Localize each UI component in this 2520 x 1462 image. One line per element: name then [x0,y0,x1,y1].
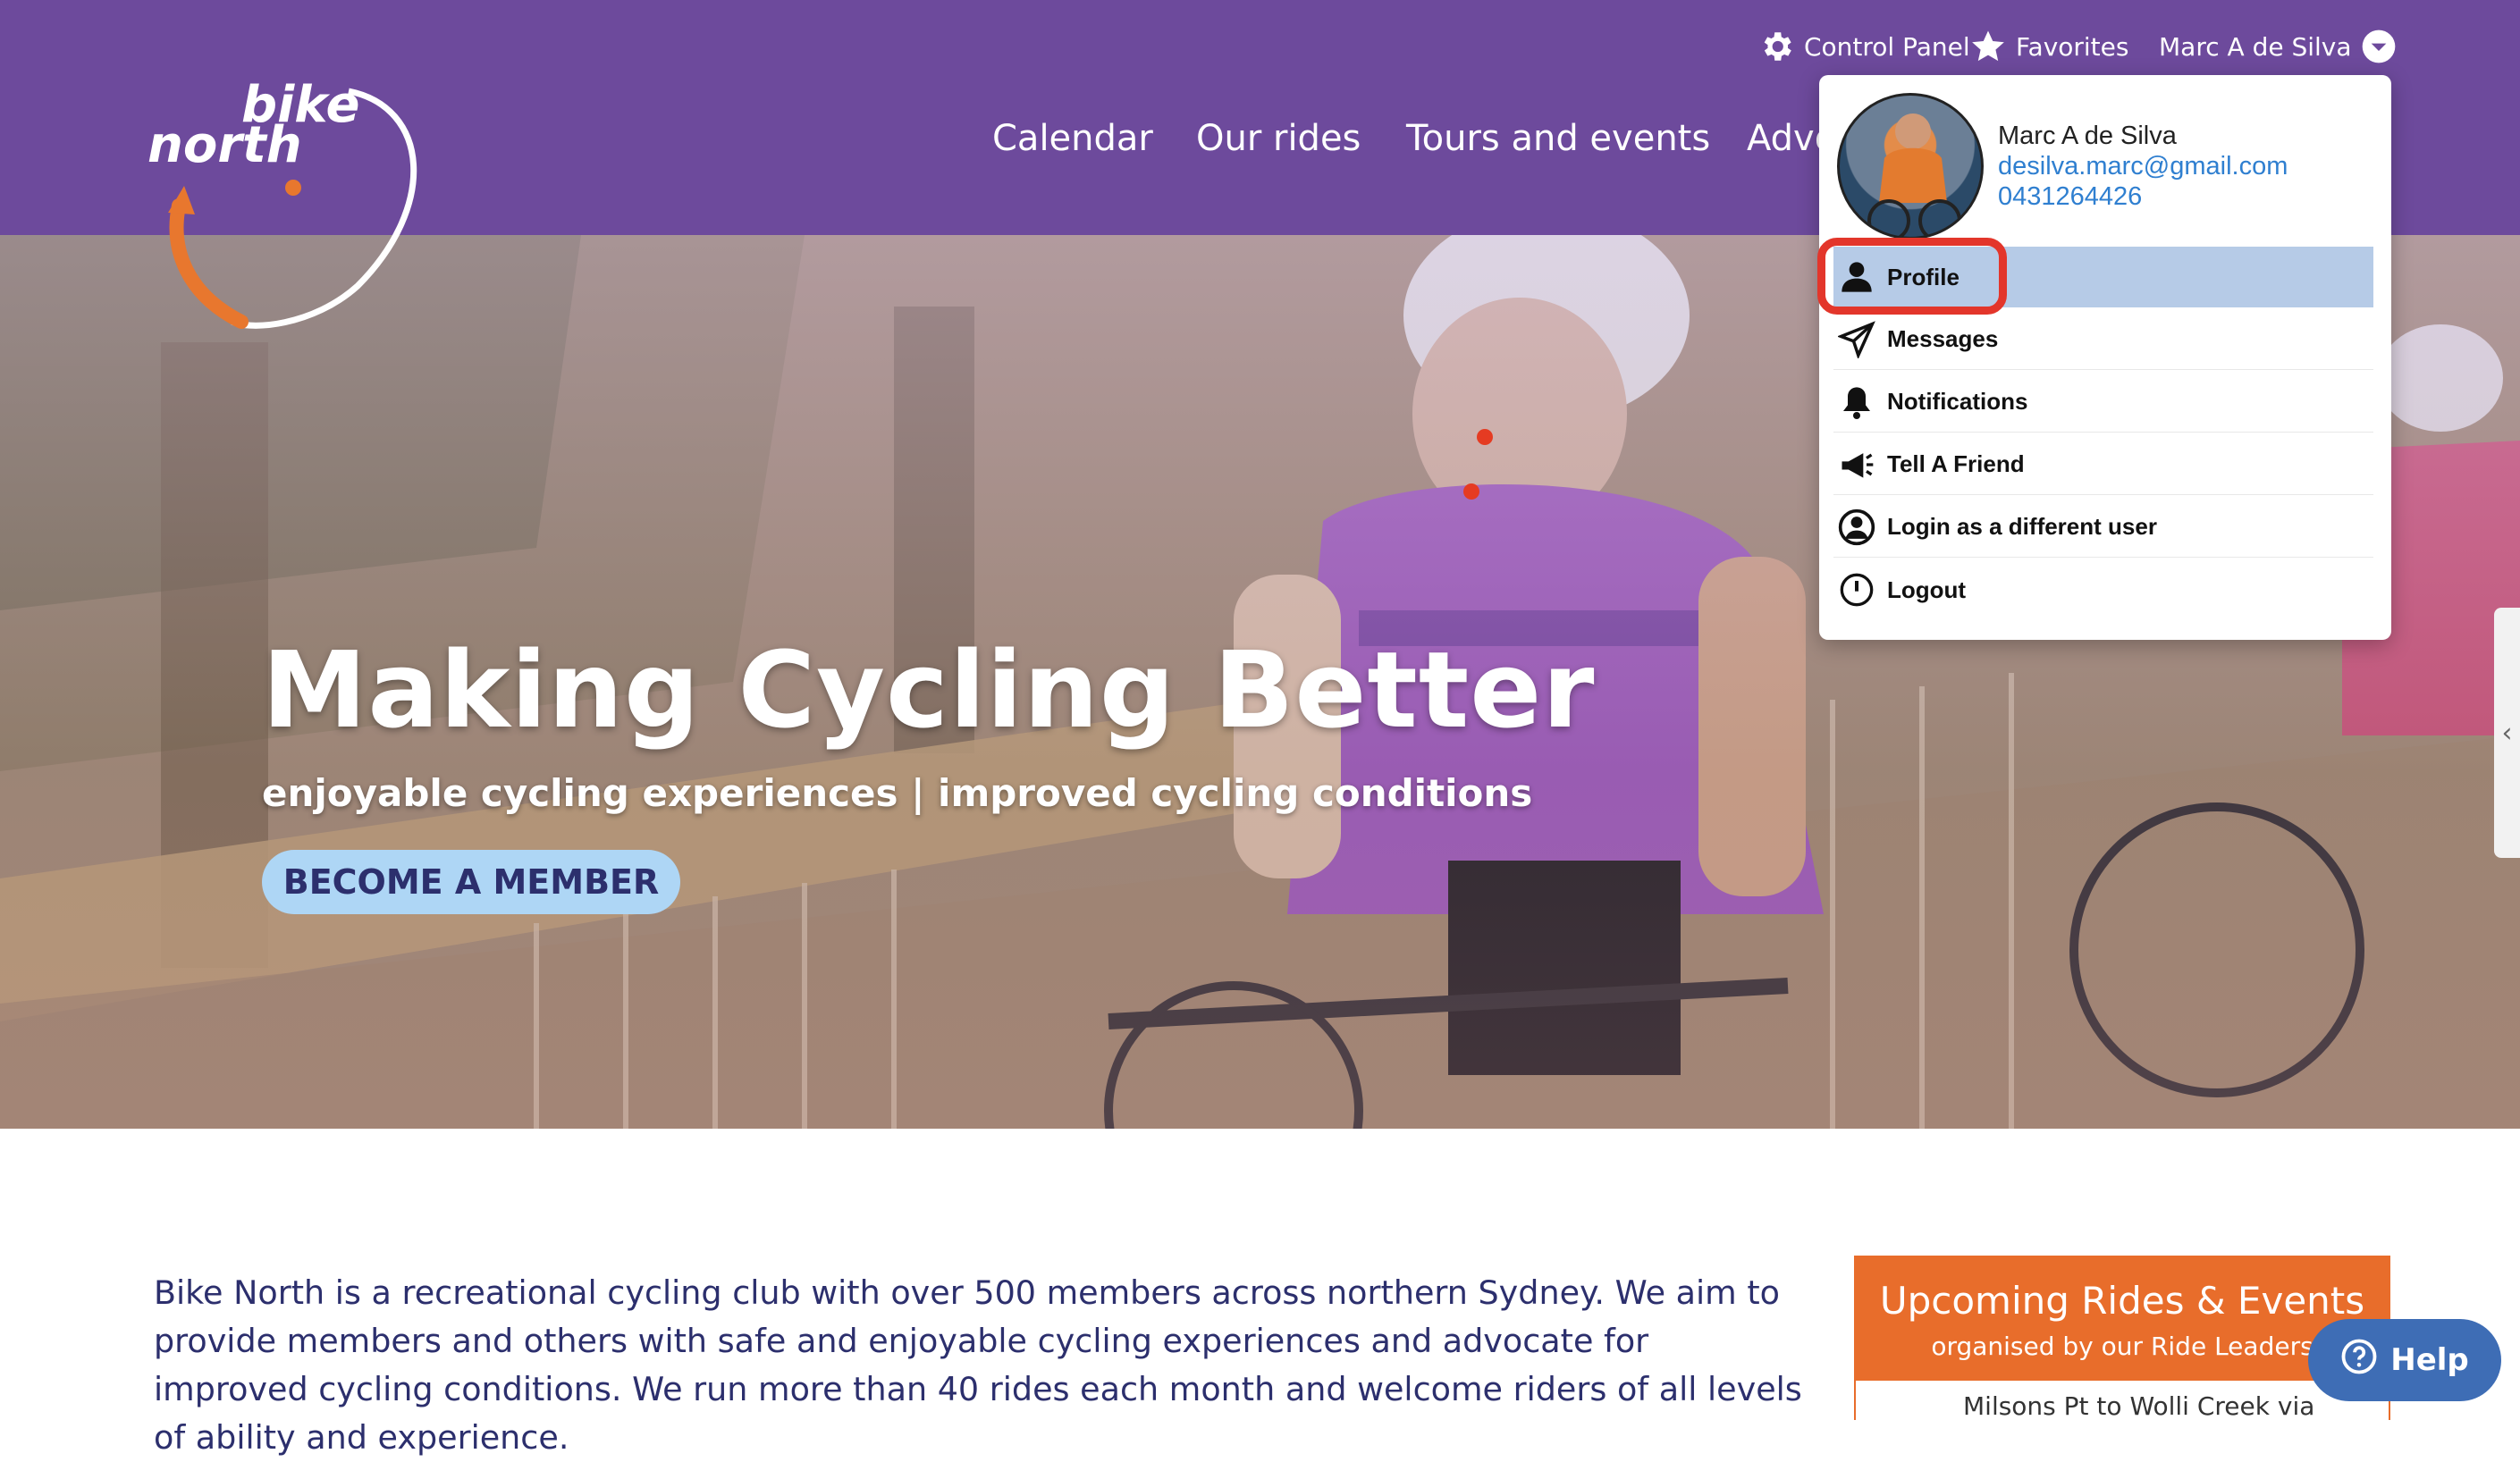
menu-item-notifications[interactable]: Notifications [1833,372,2373,433]
upcoming-events-panel: Upcoming Rides & Events organised by our… [1854,1256,2390,1420]
user-menu-toggle[interactable]: Marc A de Silva [2159,25,2397,68]
favorites-label: Favorites [2016,31,2129,62]
chevron-down-icon [2361,29,2397,64]
menu-item-messages[interactable]: Messages [1833,309,2373,370]
gear-icon [1757,28,1795,65]
menu-item-tell-a-friend[interactable]: Tell A Friend [1833,434,2373,495]
menu-item-label: Login as a different user [1887,513,2157,540]
red-marker-dot [1477,429,1493,445]
logo-text-north: north [147,116,302,174]
question-circle-icon [2340,1338,2378,1383]
menu-item-label: Tell A Friend [1887,450,2025,477]
event-item-label: Milsons Pt to Wolli Creek via [1963,1391,2315,1420]
power-icon [1833,572,1880,608]
menu-item-label: Messages [1887,325,1999,352]
control-panel-label: Control Panel [1804,31,1970,62]
avatar[interactable] [1837,93,1984,239]
nav-calendar[interactable]: Calendar [992,118,1153,159]
paper-plane-icon [1833,320,1880,358]
side-drawer-toggle[interactable]: ‹ [2494,608,2520,858]
user-dropdown-menu: Marc A de Silva desilva.marc@gmail.com 0… [1819,75,2391,640]
red-marker-dot [1463,483,1479,500]
menu-user-email[interactable]: desilva.marc@gmail.com [1998,152,2288,181]
bike-north-logo[interactable]: bike north [134,71,438,331]
star-icon [1969,28,2007,65]
help-label: Help [2390,1342,2469,1378]
menu-user-name: Marc A de Silva [1998,122,2177,150]
user-name-label: Marc A de Silva [2159,31,2352,62]
megaphone-icon [1833,445,1880,484]
menu-item-label: Notifications [1887,388,2028,415]
avatar-photo [1867,113,1961,237]
user-switch-icon [1833,508,1880,547]
menu-item-login-different-user[interactable]: Login as a different user [1833,497,2373,558]
nav-our-rides[interactable]: Our rides [1196,118,1361,159]
events-title: Upcoming Rides & Events [1879,1279,2365,1323]
menu-item-logout[interactable]: Logout [1833,559,2373,620]
bell-icon [1833,384,1880,420]
help-button[interactable]: Help [2308,1319,2501,1401]
menu-user-phone[interactable]: 0431264426 [1998,182,2142,212]
nav-tours-and-events[interactable]: Tours and events [1406,118,1710,159]
hero-subtitle: enjoyable cycling experiences | improved… [262,771,1533,815]
become-member-button[interactable]: BECOME A MEMBER [262,850,680,914]
profile-highlight-outline [1817,238,2007,315]
chevron-left-icon: ‹ [2501,717,2513,749]
favorites-link[interactable]: Favorites [1969,25,2128,68]
hero-title: Making Cycling Better [262,628,1596,752]
intro-paragraph: Bike North is a recreational cycling clu… [154,1273,1802,1457]
menu-item-label: Logout [1887,576,1967,603]
control-panel-link[interactable]: Control Panel [1757,25,1970,68]
event-list-item[interactable]: Milsons Pt to Wolli Creek via [1856,1381,2389,1420]
